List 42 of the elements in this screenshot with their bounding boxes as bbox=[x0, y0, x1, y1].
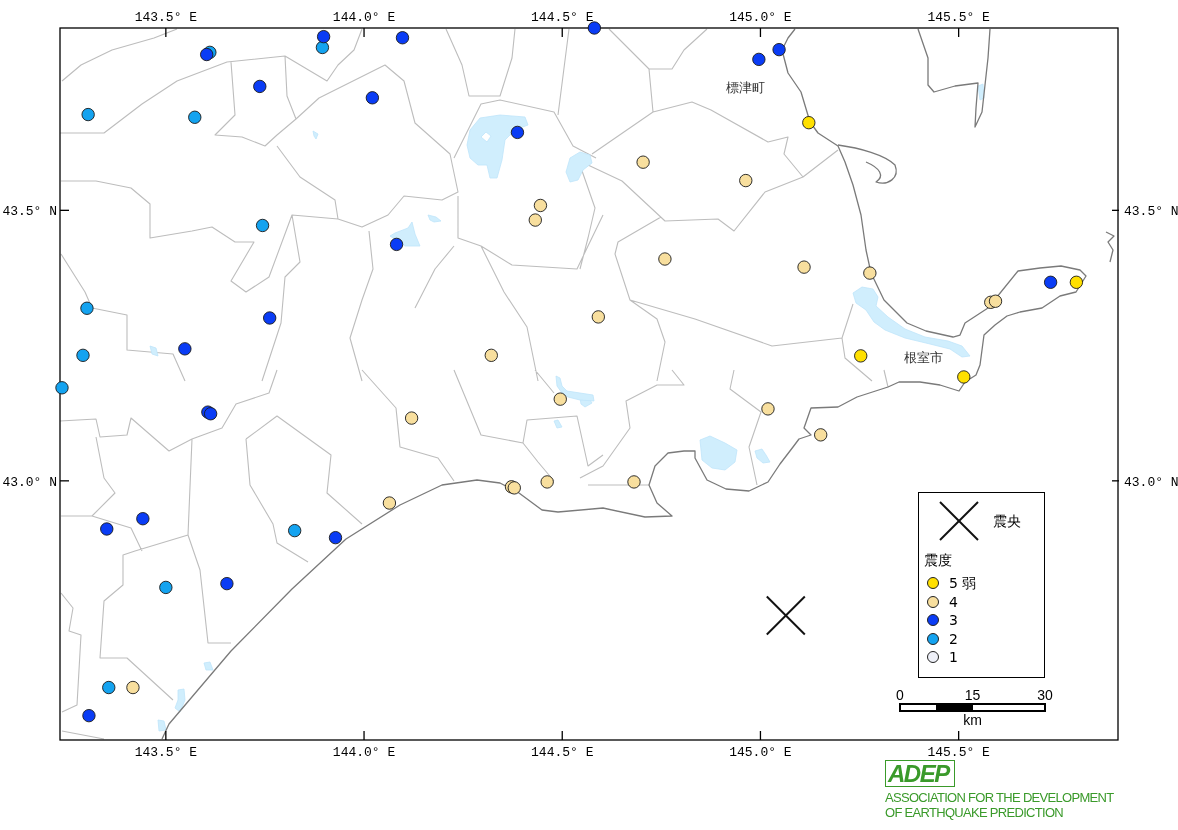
lake bbox=[157, 719, 167, 732]
latitude-label: 43.0° N bbox=[2, 474, 57, 490]
longitude-label: 144.0° E bbox=[332, 10, 396, 25]
lake bbox=[174, 688, 186, 713]
longitude-label: 145.0° E bbox=[729, 745, 792, 760]
place-label: 根室市 bbox=[903, 350, 943, 365]
legend-label: 2 bbox=[949, 630, 958, 647]
longitude-label: 144.5° E bbox=[531, 745, 594, 760]
lake bbox=[553, 419, 563, 429]
lake bbox=[312, 130, 319, 140]
longitude-label: 145.5° E bbox=[927, 10, 990, 25]
lake bbox=[699, 435, 738, 471]
longitude-label: 144.5° E bbox=[531, 10, 594, 25]
scale-label: 0 bbox=[896, 688, 904, 703]
latitude-label: 43.5° N bbox=[1124, 204, 1178, 220]
latitude-label: 43.5° N bbox=[2, 204, 57, 220]
lake bbox=[565, 151, 593, 183]
place-label: 標津町 bbox=[725, 80, 765, 95]
legend-label: 5 弱 bbox=[949, 575, 977, 591]
longitude-label: 143.5° E bbox=[134, 745, 198, 760]
organization-name: ASSOCIATION FOR THE DEVELOPMENT OF EARTHQUAKE PREDICTION bbox=[885, 790, 1114, 820]
longitude-label: 143.5° E bbox=[134, 10, 198, 25]
lake bbox=[427, 214, 442, 223]
lake bbox=[203, 661, 214, 671]
lake bbox=[977, 83, 985, 101]
lake bbox=[389, 221, 421, 247]
logo: ADEP bbox=[885, 760, 955, 787]
scale-label: 30 bbox=[1037, 688, 1053, 703]
lake bbox=[149, 345, 159, 357]
legend-label: 震央 bbox=[993, 513, 1021, 529]
scale-label: 15 bbox=[964, 688, 981, 703]
longitude-label: 144.0° E bbox=[332, 745, 396, 760]
legend-label: 3 bbox=[949, 612, 958, 628]
legend-label: 4 bbox=[949, 593, 958, 610]
longitude-label: 145.0° E bbox=[729, 10, 792, 25]
longitude-label: 145.5° E bbox=[927, 745, 990, 760]
legend-label: 1 bbox=[949, 649, 958, 665]
legend-title: 震度 bbox=[924, 552, 952, 568]
scale-unit-label: km bbox=[963, 712, 982, 728]
latitude-label: 43.0° N bbox=[1124, 474, 1178, 490]
lake bbox=[754, 448, 771, 464]
lake bbox=[466, 114, 529, 179]
